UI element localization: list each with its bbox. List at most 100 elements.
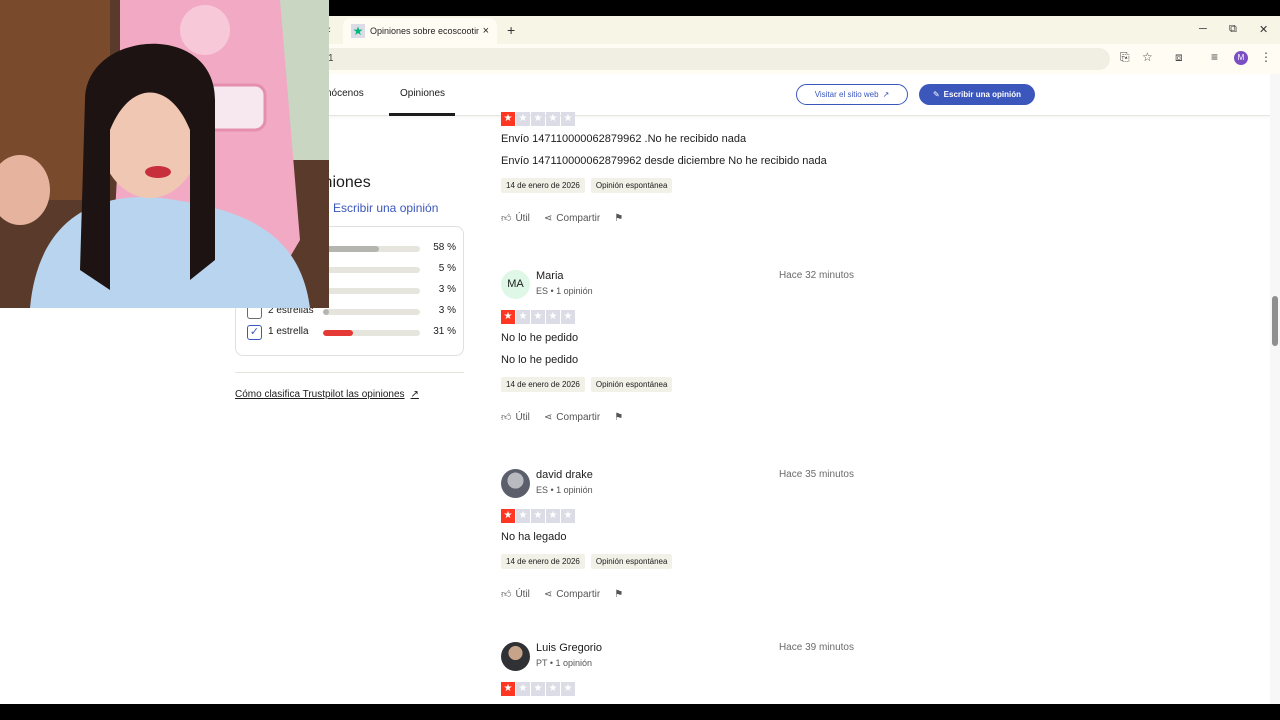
flag-button[interactable]: ⚑ <box>614 589 623 600</box>
screen-bottom-bar <box>0 704 1280 720</box>
useful-button[interactable]: 👍︎ Útil <box>501 411 530 423</box>
star-icon: ★ <box>501 310 515 324</box>
review-tags: 14 de enero de 2026 Opinión espontánea <box>501 554 861 569</box>
rating-bar <box>323 330 420 336</box>
rating-bar-fill <box>323 330 354 336</box>
review-type-badge[interactable]: Opinión espontánea <box>590 554 673 569</box>
profile-avatar[interactable]: M <box>1234 51 1248 65</box>
window-close-button[interactable]: ✕ <box>1259 23 1268 36</box>
reviewer-name[interactable]: david drake <box>536 469 593 481</box>
webcam-overlay <box>0 0 329 308</box>
useful-button[interactable]: 👍︎ Útil <box>501 212 530 224</box>
active-tab-indicator <box>389 113 455 116</box>
tab-conocenos[interactable]: nócenos <box>326 88 364 99</box>
flag-button[interactable]: ⚑ <box>614 412 623 423</box>
reviewer-name[interactable]: Maria <box>536 270 564 282</box>
external-link-icon: ↗ <box>882 90 890 99</box>
star-rating: ★ ★ ★ ★ ★ <box>501 112 861 126</box>
reading-list-icon[interactable]: ≡ <box>1211 50 1218 64</box>
rating-percent: 3 % <box>438 284 456 295</box>
share-button[interactable]: ⋖ Compartir <box>544 213 600 224</box>
review-type-badge[interactable]: Opinión espontánea <box>590 377 673 392</box>
sidebar-divider <box>235 372 464 373</box>
share-label: Compartir <box>556 212 601 224</box>
review-tags: 14 de enero de 2026 Opinión espontánea <box>501 178 861 193</box>
rating-bar-fill <box>323 246 380 252</box>
useful-label: Útil <box>515 213 530 224</box>
scrollbar-thumb[interactable] <box>1272 296 1278 346</box>
tab-title: Opiniones sobre ecoscooting.c <box>370 26 479 36</box>
window-maximize-button[interactable]: ⧉ <box>1229 23 1237 36</box>
window-minimize-button[interactable]: ─ <box>1199 23 1207 35</box>
share-button[interactable]: ⋖ Compartir <box>544 589 600 600</box>
browser-tab[interactable]: ★ Opiniones sobre ecoscooting.c × <box>343 18 497 44</box>
review-type-badge[interactable]: Opinión espontánea <box>590 178 673 193</box>
install-app-icon[interactable]: ⎘ <box>1120 50 1130 65</box>
visit-website-button[interactable]: Visitar el sitio web ↗ <box>796 84 908 105</box>
star-icon: ★ <box>531 682 545 696</box>
tab-close-icon[interactable]: × <box>483 25 489 37</box>
rating-bar <box>323 309 420 315</box>
rating-label: 1 estrella <box>268 326 309 337</box>
review-tags: 14 de enero de 2026 Opinión espontánea <box>501 377 861 392</box>
review-title[interactable]: No lo he pedido <box>501 332 861 344</box>
address-bar[interactable]: 1 <box>320 48 1110 70</box>
review-time: Hace 39 minutos <box>778 642 854 653</box>
star-rating: ★ ★ ★ ★ ★ <box>501 682 861 696</box>
extensions-icon[interactable]: ⧈ <box>1175 50 1183 65</box>
rating-percent: 5 % <box>438 263 456 274</box>
useful-label: Útil <box>515 589 530 600</box>
sidebar-write-review-link[interactable]: Escribir una opinión <box>333 201 438 215</box>
avatar[interactable] <box>501 642 530 671</box>
share-label: Compartir <box>556 588 601 600</box>
reviewer-meta: PT • 1 opinión <box>536 658 593 668</box>
star-icon: ★ <box>531 112 545 126</box>
share-button[interactable]: ⋖ Compartir <box>544 412 600 423</box>
thumb-up-icon: 👍︎ <box>501 412 512 423</box>
star-icon: ★ <box>546 682 560 696</box>
rating-bar <box>323 267 420 273</box>
star-icon: ★ <box>531 509 545 523</box>
share-icon: ⋖ <box>543 212 553 224</box>
review-actions: 👍︎ Útil ⋖ Compartir ⚑ <box>501 588 861 601</box>
reviewer-meta: ES • 1 opinión <box>536 286 593 296</box>
reviewer-name[interactable]: Luis Gregorio <box>536 642 602 654</box>
star-icon: ★ <box>501 682 515 696</box>
avatar[interactable] <box>501 469 530 498</box>
review-title[interactable]: Envío 147110000062879962 .No he recibido… <box>501 133 861 145</box>
review-date: 14 de enero de 2026 <box>501 178 585 193</box>
review-actions: 👍︎ Útil ⋖ Compartir ⚑ <box>501 212 861 225</box>
useful-button[interactable]: 👍︎ Útil <box>501 588 530 600</box>
review-date: 14 de enero de 2026 <box>501 554 585 569</box>
avatar[interactable]: MA <box>501 270 530 299</box>
tab-opiniones[interactable]: Opiniones <box>400 88 445 99</box>
useful-label: Útil <box>515 412 530 423</box>
thumb-up-icon: 👍︎ <box>501 213 512 224</box>
review-card: ★ ★ ★ ★ ★ Envío 147110000062879962 .No h… <box>501 112 861 224</box>
star-icon: ★ <box>561 682 575 696</box>
star-icon: ★ <box>546 509 560 523</box>
rating-checkbox-checked[interactable]: ✓ <box>247 325 262 340</box>
pencil-icon: ✎ <box>932 90 940 99</box>
review-actions: 👍︎ Útil ⋖ Compartir ⚑ <box>501 411 861 424</box>
star-icon: ★ <box>546 112 560 126</box>
review-title[interactable]: No ha legado <box>501 531 861 543</box>
rating-bar <box>323 246 420 252</box>
page-scrollbar[interactable] <box>1270 74 1280 704</box>
write-review-button[interactable]: ✎ Escribir una opinión <box>919 84 1035 105</box>
browser-menu-icon[interactable]: ⋮ <box>1260 50 1272 64</box>
rating-bar <box>323 288 420 294</box>
rating-row-1[interactable]: ✓ 1 estrella 31 % <box>246 324 456 342</box>
screen: ‹ ★ Opiniones sobre ecoscooting.c × + ─ … <box>0 0 1280 720</box>
bookmark-star-icon[interactable]: ☆ <box>1142 50 1153 64</box>
star-icon: ★ <box>561 310 575 324</box>
star-icon: ★ <box>501 112 515 126</box>
new-tab-button[interactable]: + <box>507 22 515 38</box>
review-time: Hace 32 minutos <box>778 270 854 281</box>
write-review-label: Escribir una opinión <box>943 90 1022 99</box>
flag-button[interactable]: ⚑ <box>614 213 623 224</box>
thumb-up-icon: 👍︎ <box>501 589 512 600</box>
review-header: Luis Gregorio PT • 1 opinión Hace 39 min… <box>501 642 861 676</box>
rating-percent: 31 % <box>433 326 456 337</box>
how-trustpilot-ranks-link[interactable]: Cómo clasifica Trustpilot las opiniones … <box>235 389 419 400</box>
